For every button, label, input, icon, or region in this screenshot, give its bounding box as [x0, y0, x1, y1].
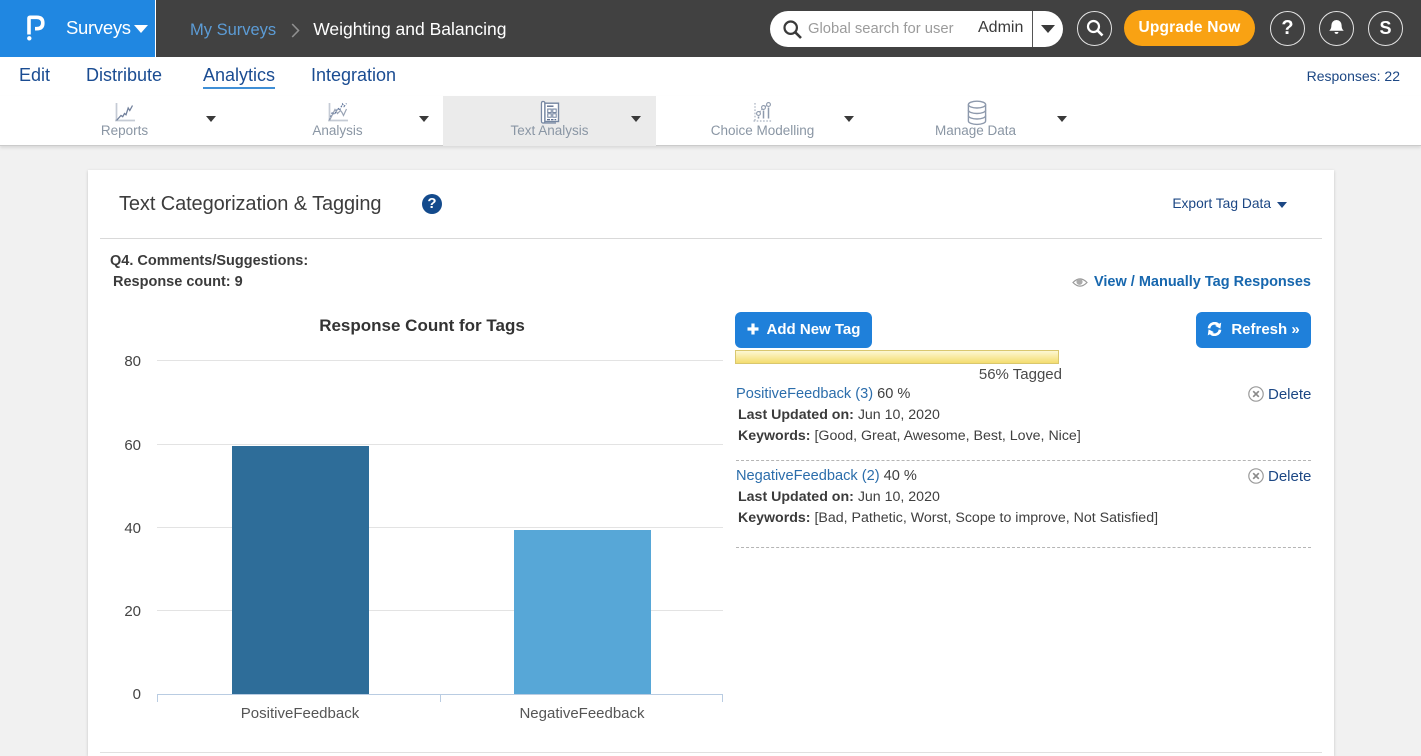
svg-text:40: 40	[124, 520, 141, 537]
svg-text:Response Count for Tags: Response Count for Tags	[319, 316, 525, 335]
svg-text:PositiveFeedback: PositiveFeedback	[241, 705, 360, 722]
svg-text:NegativeFeedback: NegativeFeedback	[519, 705, 645, 722]
svg-text:20: 20	[124, 603, 141, 620]
svg-text:60: 60	[124, 437, 141, 454]
svg-text:0: 0	[133, 686, 141, 703]
svg-text:80: 80	[124, 353, 141, 370]
